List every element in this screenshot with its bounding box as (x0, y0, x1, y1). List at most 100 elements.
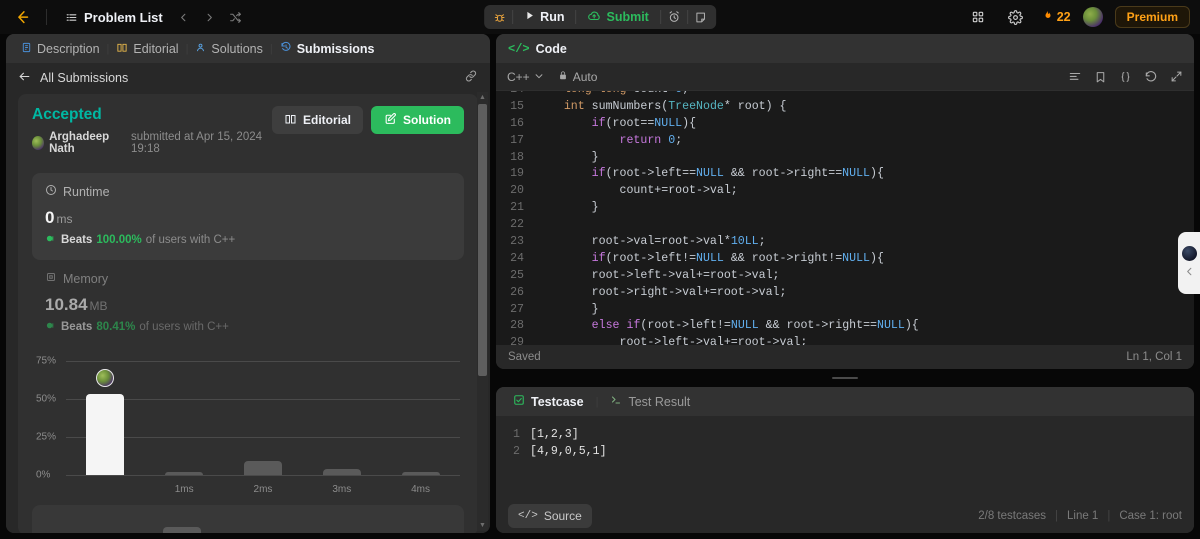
submission-status-row: Accepted Arghadeep Nath submitted at Apr… (32, 106, 464, 155)
editorial-button-label: Editorial (302, 113, 351, 127)
chart-bar-column[interactable] (376, 511, 454, 533)
chart-bar[interactable] (86, 394, 125, 475)
list-icon (65, 11, 78, 24)
format-lines-icon[interactable] (1068, 70, 1082, 84)
tab-description[interactable]: Description (14, 34, 107, 63)
prev-problem-button[interactable] (173, 6, 195, 28)
scroll-up-arrow[interactable]: ▲ (477, 92, 488, 103)
code-scroll-region: 14 long long count=0;15 int sumNumbers(T… (496, 91, 1194, 345)
submission-username[interactable]: Arghadeep Nath (49, 131, 126, 155)
code-line: 24 if(root->left!=NULL && root->right!=N… (496, 251, 1194, 268)
shuffle-icon[interactable] (225, 6, 247, 28)
tab-submissions[interactable]: Submissions (273, 34, 382, 63)
leetcode-logo-icon[interactable] (10, 5, 34, 29)
chart-bar-column[interactable] (302, 361, 381, 475)
chart-bar-column[interactable] (66, 361, 145, 475)
editorial-button[interactable]: Editorial (271, 106, 363, 134)
code-line-number: 26 (510, 285, 524, 299)
code-line-text: if(root->left==NULL && root->right==NULL… (591, 167, 884, 181)
solution-button[interactable]: Solution (371, 106, 464, 134)
code-line-text: } (536, 302, 599, 316)
chart-bar-column[interactable] (221, 511, 299, 533)
curly-braces-icon[interactable] (1119, 70, 1132, 84)
chart-bar[interactable] (163, 527, 202, 533)
checkbox-icon (513, 394, 525, 409)
problem-list-button[interactable]: Problem List (59, 6, 169, 29)
code-line-text: } (536, 150, 599, 164)
alarm-clock-icon[interactable] (661, 5, 687, 29)
chart-bar-column[interactable] (144, 511, 222, 533)
expand-icon[interactable] (1170, 70, 1183, 83)
tab-editorial[interactable]: Editorial (109, 34, 185, 63)
auto-toggle[interactable]: Auto (558, 70, 597, 84)
memory-title-row: Memory (45, 271, 451, 286)
chart-bar[interactable] (243, 461, 282, 475)
memory-beats-label: Beats (61, 321, 93, 333)
premium-button[interactable]: Premium (1114, 6, 1190, 28)
source-button[interactable]: </> Source (508, 504, 592, 528)
tab-solutions[interactable]: Solutions (188, 34, 269, 63)
tab-testcase-label: Testcase (531, 394, 584, 409)
bug-icon[interactable] (486, 5, 512, 29)
testcase-line-number: 2 (513, 445, 520, 458)
bookmark-icon[interactable] (1094, 70, 1107, 84)
next-problem-button[interactable] (199, 6, 221, 28)
scroll-down-arrow[interactable]: ▼ (477, 520, 488, 531)
testcase-lines: 1 [1,2,3] 2 [4,9,0,5,1] (496, 426, 1194, 460)
language-selector[interactable]: C++ (507, 70, 544, 84)
panel-resize-handle[interactable] (496, 375, 1194, 381)
assistant-float-tab[interactable] (1178, 232, 1200, 294)
grid-apps-icon[interactable] (965, 5, 991, 29)
tab-submissions-label: Submissions (296, 41, 375, 56)
chart-bar[interactable] (401, 471, 440, 475)
run-button[interactable]: Run (513, 5, 575, 29)
navbar-left: Problem List (10, 5, 247, 29)
chevron-down-icon (534, 70, 544, 84)
memory-card[interactable]: Memory 10.84 MB Beats 80.41% of users wi… (32, 260, 464, 347)
avatar[interactable] (32, 136, 45, 150)
link-icon[interactable] (464, 69, 478, 86)
chart-bar[interactable] (322, 468, 361, 475)
chart-bar-column[interactable] (299, 511, 377, 533)
runtime-beats: Beats 100.00% of users with C++ (45, 233, 451, 247)
code-brackets-icon: </> (518, 510, 538, 522)
code-line-number: 28 (510, 319, 524, 333)
scrollbar-thumb[interactable] (478, 104, 487, 376)
avatar[interactable] (1082, 7, 1103, 27)
navbar-right: 22 Premium (965, 5, 1190, 29)
top-navbar: Problem List Run Submit 22 Premium (0, 0, 1200, 34)
code-line-text: long long count=0; (536, 91, 689, 99)
tab-testcase[interactable]: Testcase (508, 394, 589, 409)
testcase-content[interactable]: 1 [1,2,3] 2 [4,9,0,5,1] (496, 416, 1194, 499)
arrow-left-icon[interactable] (18, 70, 31, 86)
code-line-number: 14 (496, 91, 536, 99)
code-line: 29 root->left->val+=root->val; (496, 335, 1194, 345)
code-line: 14 long long count=0; (496, 91, 1194, 99)
language-label: C++ (507, 69, 530, 84)
gear-icon[interactable] (1003, 5, 1029, 29)
chart-bar-column[interactable] (224, 361, 303, 475)
leetcode-app: Problem List Run Submit 22 Premium Descr… (0, 0, 1200, 539)
code-saved-status: Saved (508, 351, 541, 363)
chart-user-marker-avatar[interactable] (96, 369, 115, 388)
chart-bar[interactable] (165, 471, 204, 475)
beats-icon (45, 233, 57, 247)
code-line-text: if(root->left!=NULL && root->right!=NULL… (591, 251, 884, 265)
code-line-number: 29 (510, 336, 524, 345)
tab-test-result[interactable]: Test Result (605, 394, 695, 409)
code-tools (1068, 70, 1183, 84)
code-editor[interactable]: 14 long long count=0;15 int sumNumbers(T… (496, 91, 1194, 345)
memory-value: 10.84 (45, 295, 88, 314)
submit-button[interactable]: Submit (576, 5, 659, 29)
memory-distribution-chart: 1ms2ms3ms4ms (32, 505, 464, 533)
streak-counter[interactable]: 22 (1041, 9, 1071, 26)
all-submissions-title[interactable]: All Submissions (40, 71, 128, 85)
chart-bar-column[interactable] (381, 361, 460, 475)
note-icon[interactable] (688, 5, 714, 29)
left-panel-scrollbar[interactable]: ▲ ▼ (477, 92, 488, 531)
chart-bar-column[interactable] (66, 511, 144, 533)
tab-description-label: Description (37, 41, 100, 56)
runtime-card[interactable]: Runtime 0 ms Beats 100.00% of users with… (32, 173, 464, 260)
chart-bar-column[interactable] (145, 361, 224, 475)
reset-undo-icon[interactable] (1144, 70, 1158, 84)
